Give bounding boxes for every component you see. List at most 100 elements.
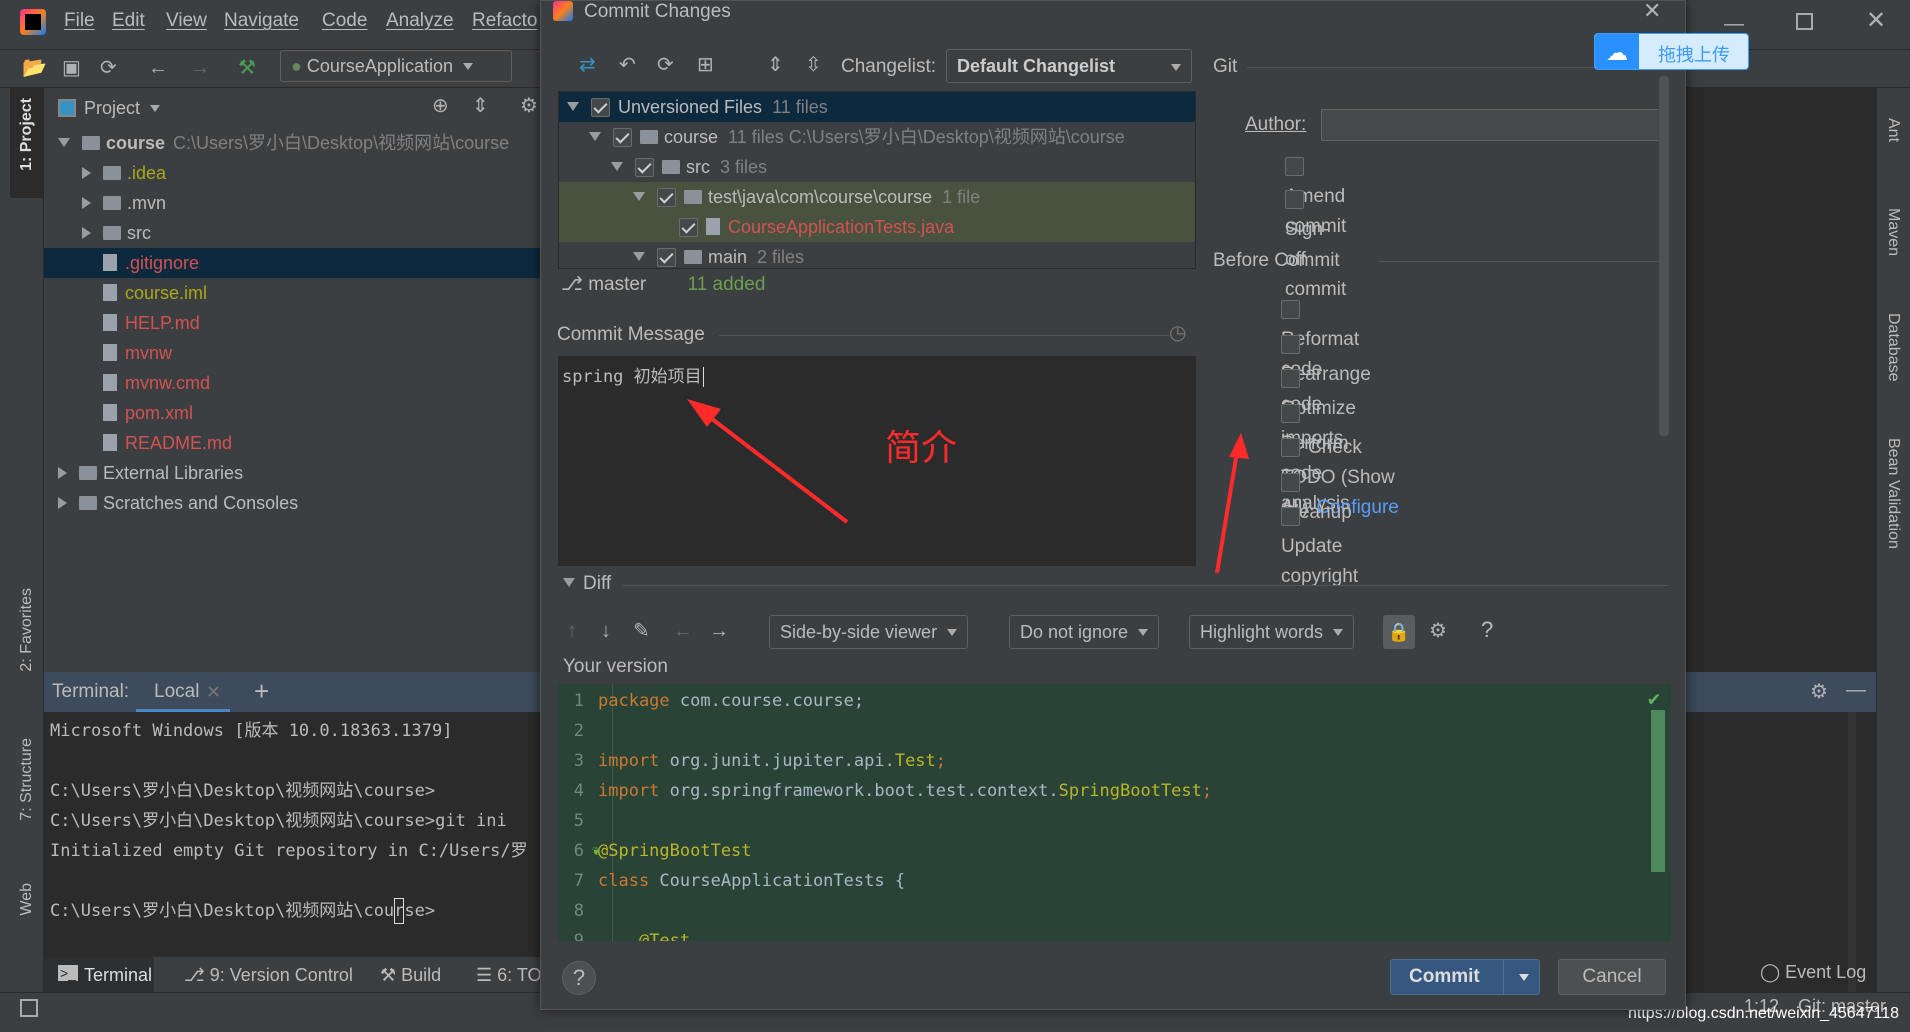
back-icon[interactable]: ← [148, 58, 168, 78]
checkbox[interactable] [1281, 334, 1300, 354]
menu-navigate[interactable]: Navigate [224, 10, 299, 32]
tree-item[interactable]: course.iml [44, 278, 544, 308]
bottom-tab-todo[interactable]: ☰ 6: TO [476, 965, 542, 986]
terminal-output[interactable]: Microsoft Windows [版本 10.0.18363.1379] C:… [44, 712, 544, 956]
spring-bean-icon[interactable]: ❦ [592, 836, 600, 866]
diff-help-icon[interactable]: ? [1481, 617, 1493, 643]
menu-analyze[interactable]: Analyze [386, 10, 454, 32]
tool-tab-ant[interactable]: Ant [1884, 118, 1902, 142]
add-terminal-icon[interactable]: + [254, 676, 269, 707]
tool-tab-project[interactable]: 1: Project [18, 98, 36, 171]
maximize-icon[interactable] [1796, 13, 1813, 30]
checkbox[interactable] [1285, 157, 1304, 176]
bottom-tab-version-control[interactable]: ⎇ 9: Version Control [184, 965, 353, 986]
tool-tab-web[interactable]: Web [18, 883, 36, 916]
option-perform-code-analysis[interactable]: Perform code analysis [1281, 399, 1350, 514]
terminal-tab-local[interactable]: Local ✕ [136, 672, 230, 712]
option-sign-off-commit[interactable]: Sign-off commit [1285, 185, 1346, 300]
bottom-tab-terminal[interactable]: >_ Terminal [44, 957, 154, 992]
diff-toggle[interactable]: Diff [563, 573, 611, 595]
chevron-right-icon[interactable] [58, 467, 67, 479]
build-hammer-icon[interactable]: ⚒ [238, 58, 256, 78]
option-rearrange-code[interactable]: Rearrange code [1281, 330, 1371, 415]
tree-item[interactable]: pom.xml [44, 398, 544, 428]
edit-icon[interactable]: ✎ [633, 621, 650, 641]
prev-file-icon[interactable]: ← [673, 621, 693, 641]
checkbox[interactable] [1281, 438, 1300, 457]
tree-item[interactable]: README.md [44, 428, 544, 458]
diff-code-view[interactable]: ✔ 1 package com.course.course; 2 3 import or… [558, 684, 1671, 941]
chevron-right-icon[interactable] [82, 227, 91, 239]
checkbox[interactable] [1281, 369, 1300, 388]
tree-item[interactable]: mvnw.cmd [44, 368, 544, 398]
chevron-right-icon[interactable] [82, 167, 91, 179]
option-update-copyright[interactable]: Update copyright [1281, 502, 1358, 587]
menu-code[interactable]: Code [322, 10, 367, 32]
hide-icon[interactable]: — [1846, 680, 1866, 700]
cancel-button[interactable]: Cancel [1558, 959, 1666, 995]
bottom-tab-build[interactable]: ⚒ Build [380, 965, 441, 986]
option-reformat-code[interactable]: Reformat code [1281, 295, 1359, 380]
highlight-select[interactable]: Highlight words [1189, 615, 1355, 649]
locate-icon[interactable]: ⊕ [432, 96, 449, 116]
tree-item[interactable]: .mvn [44, 188, 544, 218]
author-input[interactable] [1321, 109, 1661, 141]
menu-view[interactable]: View [166, 10, 207, 32]
chevron-right-icon[interactable] [58, 497, 67, 509]
event-log-button[interactable]: ◯ Event Log [1760, 962, 1866, 983]
option-amend-commit[interactable]: Amend commit [1285, 152, 1346, 237]
options-scrollbar[interactable] [1659, 76, 1669, 436]
next-file-icon[interactable]: → [709, 621, 729, 641]
sync-icon[interactable]: ⟳ [100, 58, 117, 78]
close-window-icon[interactable]: ✕ [1866, 9, 1886, 33]
tree-item[interactable]: HELP.md [44, 308, 544, 338]
help-button[interactable]: ? [562, 961, 596, 995]
checkbox[interactable] [1281, 300, 1300, 319]
menu-refactor[interactable]: Refacto [472, 10, 537, 32]
tree-item[interactable]: src [44, 218, 544, 248]
tool-tab-structure[interactable]: 7: Structure [18, 738, 36, 821]
checkbox[interactable] [1281, 472, 1300, 492]
settings-icon[interactable]: ⚙ [520, 96, 538, 116]
prev-diff-icon[interactable]: ↑ [567, 621, 577, 641]
option-check-todo-show-all[interactable]: Check TODO (Show All)Configure [1281, 433, 1399, 518]
tool-tab-favorites[interactable]: 2: Favorites [18, 588, 36, 672]
tree-item[interactable]: mvnw [44, 338, 544, 368]
run-config-select[interactable]: ● CourseApplication [280, 50, 512, 82]
tree-item[interactable]: course C:\Users\罗小白\Desktop\视频网站\course [44, 128, 544, 158]
toggle-tool-windows-icon[interactable] [20, 999, 38, 1017]
next-diff-icon[interactable]: ↓ [601, 621, 611, 641]
save-icon[interactable]: ▣ [62, 58, 81, 78]
commit-options-icon[interactable] [1519, 974, 1529, 981]
tool-tab-bean-validation[interactable]: Bean Validation [1884, 438, 1902, 549]
close-tab-icon[interactable]: ✕ [206, 682, 221, 703]
gear-icon[interactable]: ⚙ [1810, 682, 1828, 702]
minimize-icon[interactable]: — [1724, 14, 1744, 34]
ignore-select[interactable]: Do not ignore [1009, 615, 1160, 649]
commit-button[interactable]: Commit [1390, 959, 1540, 995]
option-optimize-imports[interactable]: Optimize imports [1281, 364, 1356, 449]
open-icon[interactable]: 📂 [22, 58, 47, 78]
upload-widget[interactable]: ☁ 拖拽上传 [1594, 33, 1749, 70]
lock-icon[interactable]: 🔒 [1383, 615, 1415, 649]
option-cleanup[interactable]: Cleanup [1281, 468, 1352, 523]
tool-tab-maven[interactable]: Maven [1884, 208, 1902, 256]
tree-item[interactable]: .gitignore [44, 248, 544, 278]
menu-edit[interactable]: Edit [112, 10, 145, 32]
tree-item[interactable]: Scratches and Consoles [44, 488, 544, 518]
menu-file[interactable]: File [64, 10, 95, 32]
checkbox[interactable] [1285, 190, 1304, 209]
tool-tab-database[interactable]: Database [1884, 313, 1902, 382]
project-header[interactable]: Project [58, 96, 161, 120]
chevron-right-icon[interactable] [82, 197, 91, 209]
tree-item[interactable]: External Libraries [44, 458, 544, 488]
tree-item[interactable]: .idea [44, 158, 544, 188]
checkbox[interactable] [1281, 507, 1300, 526]
viewer-select[interactable]: Side-by-side viewer [769, 615, 969, 649]
collapse-all-icon[interactable]: ⇕ [472, 96, 489, 116]
checkbox[interactable] [1281, 403, 1300, 423]
chevron-down-icon[interactable] [58, 138, 70, 147]
diff-settings-icon[interactable]: ⚙ [1429, 621, 1447, 641]
project-header-label: Project [84, 98, 141, 118]
forward-icon[interactable]: → [190, 58, 210, 78]
